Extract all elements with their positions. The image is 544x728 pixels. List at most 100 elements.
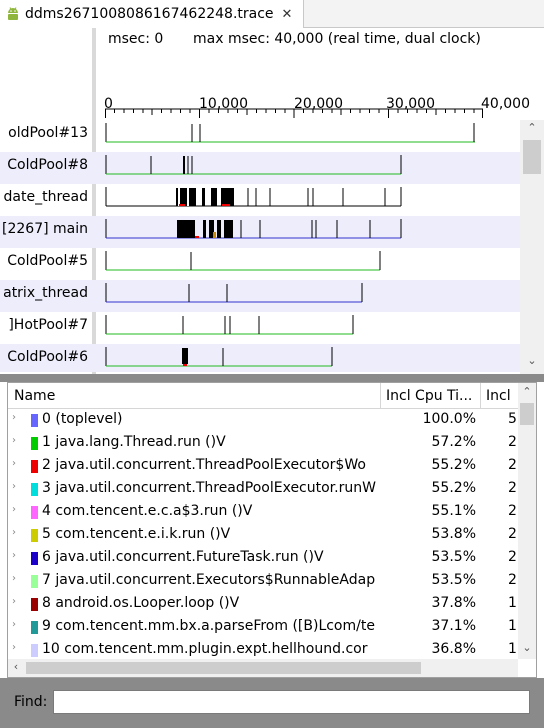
thread-row[interactable]: atrix_thread <box>0 280 520 312</box>
profile-table: Name Incl Cpu Ti... Incl › 0 (toplevel) … <box>7 382 537 678</box>
column-header-incl-cpu-time[interactable]: Incl Cpu Ti... <box>386 388 472 404</box>
tab-bar: ddms2671008086167462248.trace ✕ <box>0 0 544 28</box>
column-header-name[interactable]: Name <box>14 388 55 404</box>
scroll-left-icon[interactable]: ‹ <box>8 660 24 673</box>
thread-activity <box>105 219 402 239</box>
thread-activity <box>105 315 354 335</box>
thread-row[interactable]: ColdPool#6 <box>0 344 520 372</box>
thread-activity <box>105 283 363 303</box>
thread-activity <box>105 251 381 271</box>
table-row[interactable]: › 4 com.tencent.e.c.a$3.run ()V 55.1% 2 <box>8 501 518 524</box>
method-color-swatch <box>31 552 38 565</box>
expand-icon[interactable]: › <box>12 527 16 538</box>
method-name: 0 (toplevel) <box>42 411 123 427</box>
column-header-incl[interactable]: Incl <box>486 388 511 404</box>
thread-row[interactable]: date_thread <box>0 184 520 216</box>
thread-row[interactable]: [2267] main <box>0 216 520 248</box>
thread-row[interactable]: ColdPool#8 <box>0 152 520 184</box>
table-vertical-scrollbar[interactable]: ⌃ ⌄ <box>518 383 536 659</box>
thread-label: ColdPool#6 <box>7 349 88 365</box>
thread-label: date_thread <box>3 189 88 205</box>
method-color-swatch <box>31 621 38 634</box>
expand-icon[interactable]: › <box>12 619 16 630</box>
tick-label-40000: 40,000 <box>481 96 530 112</box>
scroll-down-icon[interactable]: ⌄ <box>518 641 536 654</box>
expand-icon[interactable]: › <box>12 481 16 492</box>
scroll-thumb[interactable] <box>520 403 534 425</box>
method-name: 7 java.util.concurrent.Executors$Runnabl… <box>42 572 376 588</box>
thread-activity <box>105 155 402 175</box>
find-label: Find: <box>14 694 48 710</box>
method-color-swatch <box>31 529 38 542</box>
method-name: 9 com.tencent.mm.bx.a.parseFrom ([B)Lcom… <box>42 618 375 634</box>
find-input[interactable] <box>53 690 530 714</box>
incl-cpu-percent: 53.5% <box>431 549 476 565</box>
table-row[interactable]: › 2 java.util.concurrent.ThreadPoolExecu… <box>8 455 518 478</box>
tab-title: ddms2671008086167462248.trace <box>25 6 274 22</box>
thread-row[interactable]: ColdPool#5 <box>0 248 520 280</box>
method-color-swatch <box>31 506 38 519</box>
method-color-swatch <box>31 598 38 611</box>
incl-cpu-percent: 55.2% <box>431 480 476 496</box>
thread-activity <box>105 347 333 367</box>
panel-splitter[interactable] <box>0 374 544 382</box>
method-color-swatch <box>31 460 38 473</box>
method-name: 10 com.tencent.mm.plugin.expt.hellhound.… <box>42 641 368 657</box>
scroll-thumb[interactable] <box>26 662 421 674</box>
scroll-thumb[interactable] <box>523 140 541 174</box>
incl-cpu-percent: 37.8% <box>431 595 476 611</box>
table-horizontal-scrollbar[interactable]: ‹ <box>8 659 518 677</box>
incl-cpu-percent: 37.1% <box>431 618 476 634</box>
expand-icon[interactable]: › <box>12 642 16 653</box>
msec-readout: msec: 0 <box>108 31 164 47</box>
android-icon <box>5 6 21 22</box>
method-name: 4 com.tencent.e.c.a$3.run ()V <box>42 503 253 519</box>
thread-row[interactable]: ]HotPool#7 <box>0 312 520 344</box>
thread-row[interactable]: oldPool#13 <box>0 120 520 152</box>
table-row[interactable]: › 3 java.util.concurrent.ThreadPoolExecu… <box>8 478 518 501</box>
expand-icon[interactable]: › <box>12 435 16 446</box>
scroll-up-icon[interactable]: ⌃ <box>518 385 536 398</box>
incl-cpu-percent: 55.2% <box>431 457 476 473</box>
method-name: 1 java.lang.Thread.run ()V <box>42 434 226 450</box>
incl-cpu-percent: 55.1% <box>431 503 476 519</box>
scroll-down-icon[interactable]: ⌄ <box>520 354 544 367</box>
table-row[interactable]: › 1 java.lang.Thread.run ()V 57.2% 2 <box>8 432 518 455</box>
expand-icon[interactable]: › <box>12 504 16 515</box>
method-name: 8 android.os.Looper.loop ()V <box>42 595 240 611</box>
expand-icon[interactable]: › <box>12 550 16 561</box>
thread-label: ColdPool#8 <box>7 157 88 173</box>
table-row[interactable]: › 7 java.util.concurrent.Executors$Runna… <box>8 570 518 593</box>
thread-label: atrix_thread <box>3 285 88 301</box>
table-row[interactable]: › 6 java.util.concurrent.FutureTask.run … <box>8 547 518 570</box>
expand-icon[interactable]: › <box>12 412 16 423</box>
scroll-up-icon[interactable]: ⌃ <box>520 121 544 134</box>
thread-timeline[interactable]: oldPool#13 ColdPool#8 date_thread [2267]… <box>0 120 520 372</box>
table-row[interactable]: › 5 com.tencent.e.i.k.run ()V 53.8% 2 <box>8 524 518 547</box>
method-name: 2 java.util.concurrent.ThreadPoolExecuto… <box>42 457 366 473</box>
find-bar: Find: <box>0 678 544 728</box>
table-row[interactable]: › 8 android.os.Looper.loop ()V 37.8% 1 <box>8 593 518 616</box>
method-color-swatch <box>31 483 38 496</box>
thread-label: oldPool#13 <box>8 125 88 141</box>
incl-cpu-percent: 53.8% <box>431 526 476 542</box>
incl-cpu-percent: 36.8% <box>431 641 476 657</box>
close-icon[interactable]: ✕ <box>282 7 293 22</box>
expand-icon[interactable]: › <box>12 596 16 607</box>
expand-icon[interactable]: › <box>12 458 16 469</box>
method-name: 5 com.tencent.e.i.k.run ()V <box>42 526 231 542</box>
method-color-swatch <box>31 575 38 588</box>
incl-cpu-percent: 53.5% <box>431 572 476 588</box>
method-name: 3 java.util.concurrent.ThreadPoolExecuto… <box>42 480 376 496</box>
thread-activity <box>105 123 475 143</box>
timeline-header: msec: 0 max msec: 40,000 (real time, dua… <box>0 28 544 120</box>
thread-activity <box>105 187 402 207</box>
table-row[interactable]: › 0 (toplevel) 100.0% 5 <box>8 409 518 432</box>
incl-cpu-percent: 57.2% <box>431 434 476 450</box>
trace-tab[interactable]: ddms2671008086167462248.trace ✕ <box>0 0 304 28</box>
table-row[interactable]: › 9 com.tencent.mm.bx.a.parseFrom ([B)Lc… <box>8 616 518 639</box>
expand-icon[interactable]: › <box>12 573 16 584</box>
table-header: Name Incl Cpu Ti... Incl <box>8 383 518 409</box>
timeline-vertical-scrollbar[interactable]: ⌃ ⌄ <box>520 120 544 374</box>
method-color-swatch <box>31 414 38 427</box>
